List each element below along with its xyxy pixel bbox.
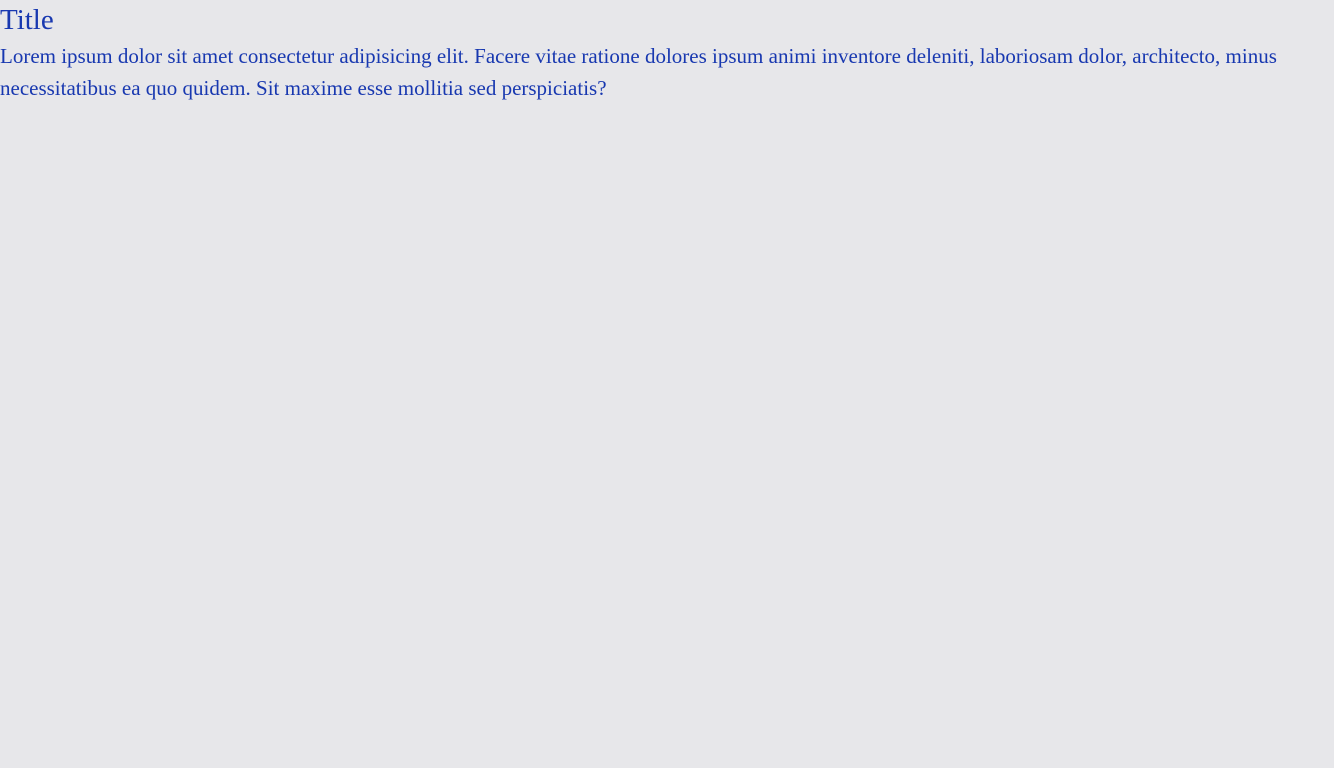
page-container: Title Lorem ipsum dolor sit amet consect… (0, 0, 1334, 768)
page-title: Title (0, 4, 54, 36)
body-paragraph: Lorem ipsum dolor sit amet consectetur a… (0, 44, 1277, 100)
